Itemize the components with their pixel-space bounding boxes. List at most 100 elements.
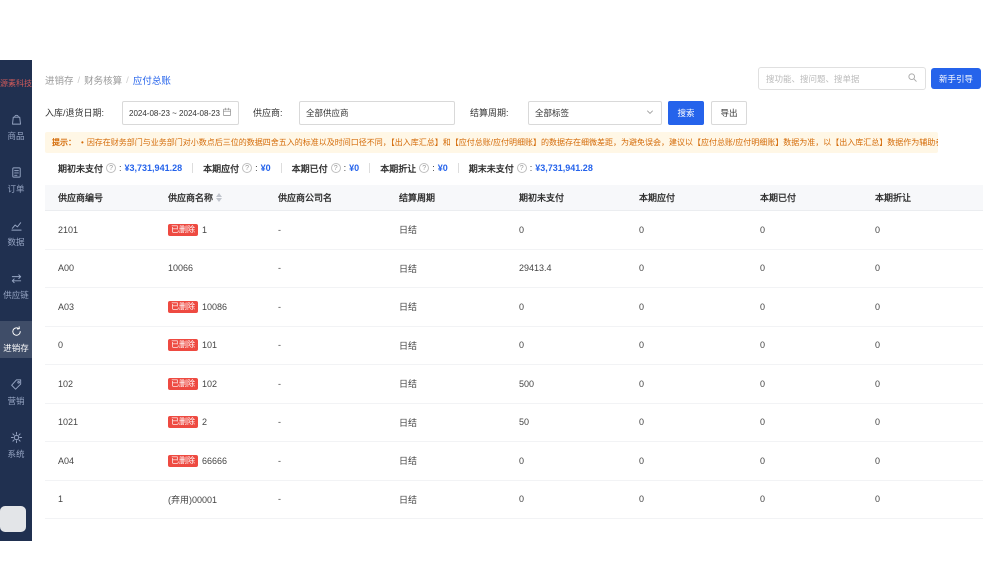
period-select[interactable]: 全部标签 [528,101,662,125]
table-row[interactable]: A0010066-日结29413.4000 [45,250,983,289]
cell-code: 1 [45,494,155,504]
search-button[interactable]: 搜索 [668,101,704,125]
cell-period: 日结 [386,377,506,390]
cell-company: - [265,379,386,389]
cell-code: 1021 [45,417,155,427]
table-row[interactable]: A03已删除10086-日结0000 [45,288,983,327]
breadcrumb-item[interactable]: 进销存 [45,73,74,87]
summary-label: 期末未支付 [469,162,514,175]
sidebar-item-goods[interactable]: 商品 [0,109,32,146]
supply-chain-icon [10,272,23,287]
cell-code: 0 [45,340,155,350]
cell-period: 日结 [386,493,506,506]
table-row[interactable]: 2101已删除1-日结0000 [45,211,983,250]
cell-discount: 0 [862,494,983,504]
sidebar-item-inventory[interactable]: 进销存 [0,321,32,358]
breadcrumb-item[interactable]: 财务核算 [84,73,122,87]
table-row[interactable]: A04已删除66666-日结0000 [45,442,983,481]
cell-period: 日结 [386,339,506,352]
table-row[interactable]: 102已删除102-日结500000 [45,365,983,404]
sidebar-item-system[interactable]: 系统 [0,427,32,464]
breadcrumb: 进销存 财务核算 应付总账 [45,73,171,87]
sidebar: 源素科技 商品 订单 数据 供应链 进销存 营销 系统 [0,60,32,541]
col-header-name[interactable]: 供应商名称 [155,191,265,204]
cell-name: 已删除1 [155,224,265,236]
cell-payable: 0 [626,340,747,350]
info-icon[interactable]: ? [419,163,429,173]
period-filter-label: 结算周期: [470,101,509,125]
marketing-icon [10,378,23,393]
summary-colon: : [255,163,258,173]
inventory-icon [10,325,23,340]
sidebar-item-data[interactable]: 数据 [0,215,32,252]
cell-paid: 0 [747,379,862,389]
table-row[interactable]: 1(弃用)00001-日结0000 [45,481,983,520]
summary-label: 本期应付 [203,162,239,175]
cell-name: 已删除2 [155,416,265,428]
col-header-period: 结算周期 [386,191,506,204]
supplier-name: 66666 [202,456,227,466]
notice-bullet: • [81,138,84,147]
cell-payable: 0 [626,417,747,427]
table-row[interactable]: 1021已删除2-日结50000 [45,404,983,443]
info-icon[interactable]: ? [106,163,116,173]
date-range-input[interactable]: 2024-08-23 ~ 2024-08-23 [122,101,239,125]
sidebar-item-label: 商品 [7,130,24,142]
sidebar-item-marketing[interactable]: 营销 [0,374,32,411]
app-logo: 源素科技 [0,80,32,89]
cell-payable: 0 [626,263,747,273]
cell-code: 2101 [45,225,155,235]
notice-text: 因存在财务部门与业务部门对小数点后三位的数据四舍五入的标准以及时间口径不同，【出… [87,138,938,147]
global-search[interactable] [758,67,926,90]
newbie-guide-button[interactable]: 新手引导 [931,68,981,89]
goods-icon [10,113,23,128]
supplier-name: (弃用)00001 [168,493,217,506]
supplier-input-wrap[interactable] [299,101,455,125]
breadcrumb-item-current: 应付总账 [133,73,171,87]
date-filter-label: 入库/退货日期: [45,101,104,125]
summary-divider [192,163,193,173]
supplier-filter-label: 供应商: [253,101,283,125]
cell-name: 10066 [155,263,265,273]
table-row[interactable]: 0已删除101-日结0000 [45,327,983,366]
export-button[interactable]: 导出 [711,101,747,125]
col-header-payable: 本期应付 [626,191,747,204]
supplier-name: 2 [202,417,207,427]
summary-divider [281,163,282,173]
cell-period: 日结 [386,223,506,236]
cell-name: (弃用)00001 [155,493,265,506]
supplier-name: 10066 [168,263,193,273]
cell-paid: 0 [747,340,862,350]
cell-period: 日结 [386,262,506,275]
sidebar-item-label: 营销 [7,395,24,407]
cell-code: A04 [45,456,155,466]
summary-label: 本期已付 [292,162,328,175]
sidebar-item-orders[interactable]: 订单 [0,162,32,199]
cell-period: 日结 [386,300,506,313]
sidebar-item-supply-chain[interactable]: 供应链 [0,268,32,305]
cell-payable: 0 [626,494,747,504]
cell-paid: 0 [747,456,862,466]
col-header-opening: 期初未支付 [506,191,626,204]
summary-value: ¥0 [349,163,359,173]
cell-company: - [265,494,386,504]
cell-name: 已删除102 [155,378,265,390]
data-icon [10,219,23,234]
sidebar-item-label: 订单 [7,183,24,195]
info-icon[interactable]: ? [242,163,252,173]
info-icon[interactable]: ? [517,163,527,173]
summary-colon: : [119,163,122,173]
supplier-name: 10086 [202,302,227,312]
cell-name: 已删除10086 [155,301,265,313]
search-input[interactable] [766,74,907,84]
floating-widget[interactable] [0,506,26,532]
breadcrumb-separator [122,75,133,86]
sort-icon[interactable] [216,193,222,202]
supplier-input[interactable] [306,108,448,118]
info-icon[interactable]: ? [331,163,341,173]
cell-company: - [265,225,386,235]
cell-paid: 0 [747,494,862,504]
calendar-icon [222,107,232,119]
cell-paid: 0 [747,302,862,312]
deleted-badge: 已删除 [168,224,198,236]
